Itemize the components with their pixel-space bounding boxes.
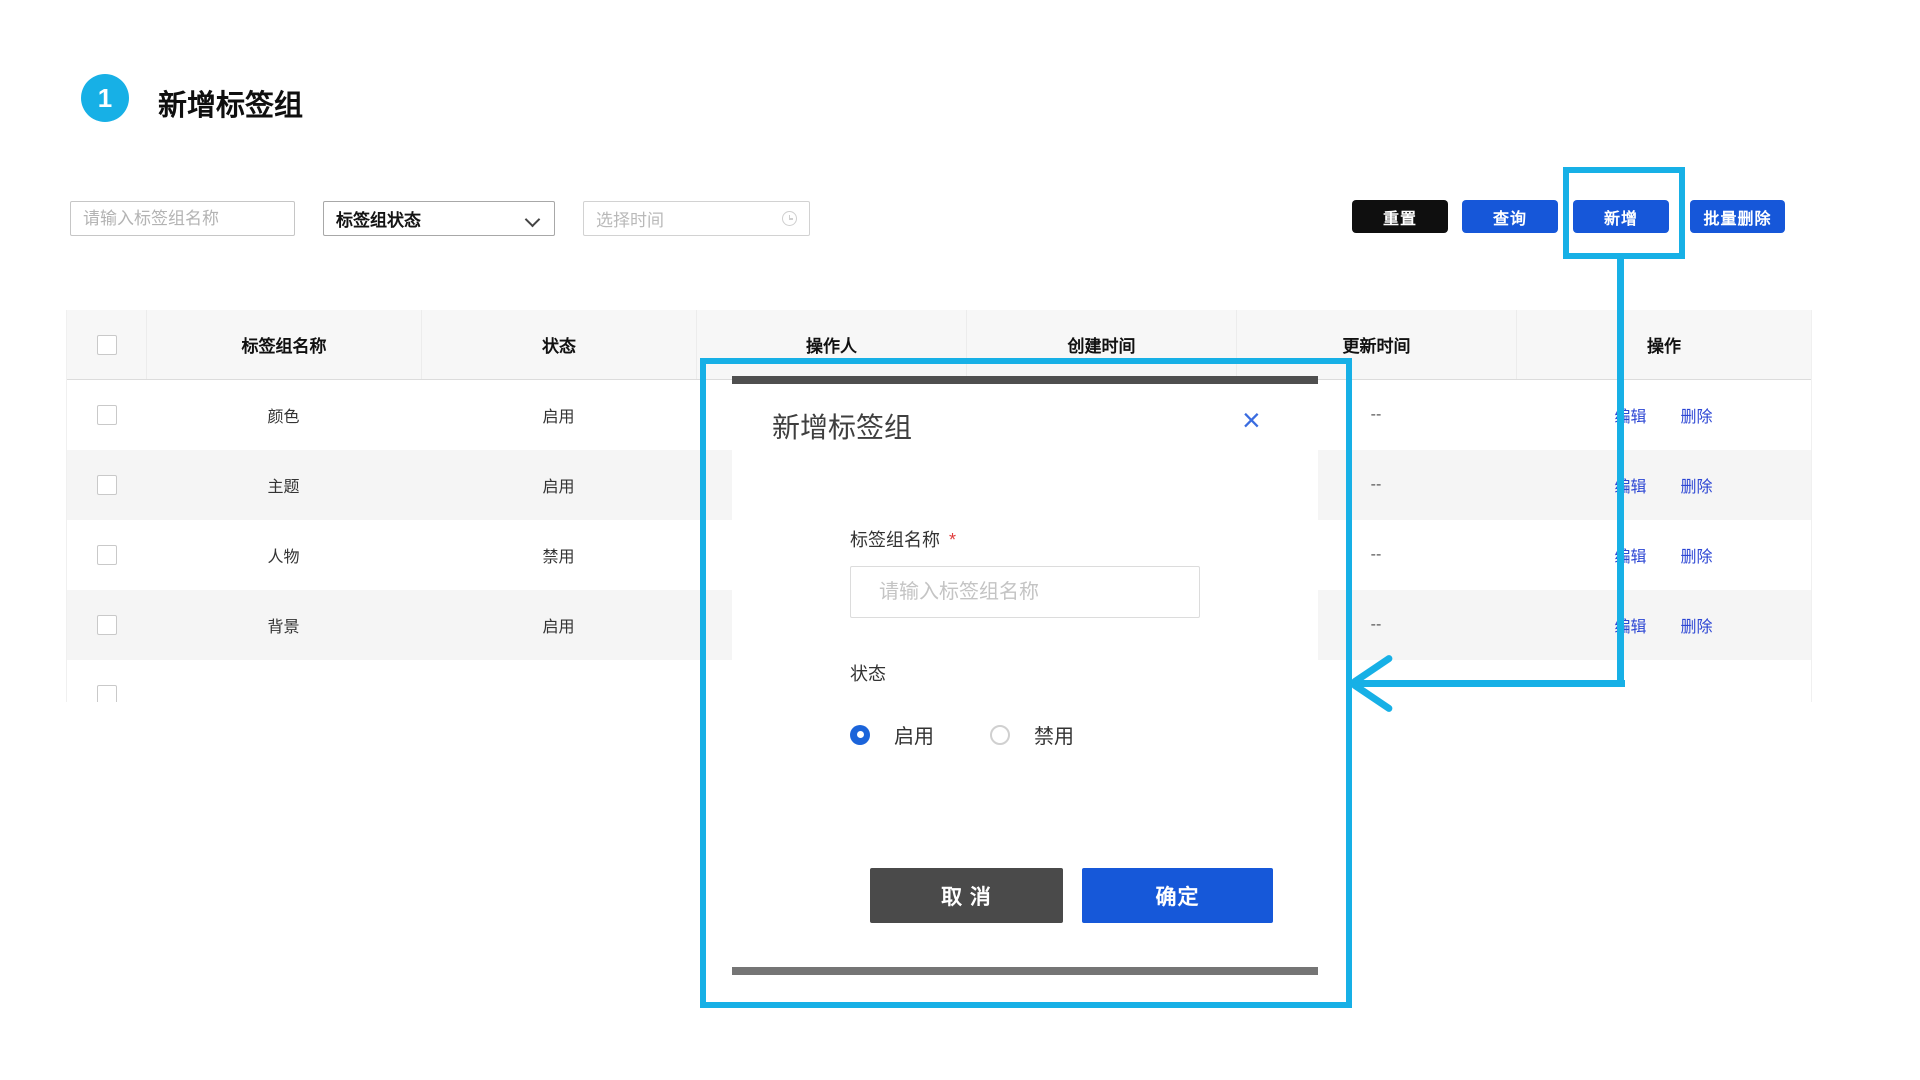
clock-icon bbox=[782, 211, 797, 226]
close-icon[interactable]: × bbox=[1242, 404, 1261, 436]
table-header-row: 标签组名称 状态 操作人 创建时间 更新时间 操作 bbox=[67, 310, 1811, 380]
status-cell: 启用 bbox=[421, 590, 696, 660]
radio-disabled-label: 禁用 bbox=[1034, 720, 1074, 749]
row-checkbox[interactable] bbox=[97, 475, 117, 495]
delete-link[interactable]: 删除 bbox=[1681, 473, 1713, 497]
radio-enabled[interactable] bbox=[850, 725, 870, 745]
modal-top-bar bbox=[732, 376, 1318, 384]
row-checkbox[interactable] bbox=[97, 405, 117, 425]
name-field-label: 标签组名称 bbox=[850, 530, 940, 550]
add-tag-group-modal: 新增标签组 × 标签组名称 * 状态 启用 禁用 取 消 确定 bbox=[732, 376, 1318, 975]
status-field-label: 状态 bbox=[850, 660, 886, 686]
delete-link[interactable]: 删除 bbox=[1681, 613, 1713, 637]
radio-enabled-label: 启用 bbox=[894, 720, 934, 749]
header-status: 状态 bbox=[421, 310, 696, 379]
edit-link[interactable]: 编辑 bbox=[1614, 473, 1646, 497]
status-select[interactable]: 标签组状态 bbox=[323, 201, 555, 236]
header-operator: 操作人 bbox=[696, 310, 966, 379]
required-asterisk: * bbox=[949, 530, 956, 550]
step-number-badge: 1 bbox=[81, 74, 129, 122]
row-checkbox[interactable] bbox=[97, 545, 117, 565]
modal-bottom-bar bbox=[732, 967, 1318, 975]
tag-group-name-filter-input[interactable] bbox=[70, 201, 295, 236]
add-button[interactable]: 新增 bbox=[1573, 200, 1669, 233]
delete-link[interactable]: 删除 bbox=[1681, 543, 1713, 567]
status-cell: 启用 bbox=[421, 380, 696, 450]
query-button[interactable]: 查询 bbox=[1462, 200, 1558, 233]
edit-link[interactable]: 编辑 bbox=[1614, 543, 1646, 567]
status-cell: 禁用 bbox=[421, 520, 696, 590]
batch-delete-button[interactable]: 批量删除 bbox=[1690, 200, 1785, 233]
header-created-time: 创建时间 bbox=[966, 310, 1236, 379]
page: 1 新增标签组 标签组状态 选择时间 重置 查询 新增 批量删除 标签组名称 状… bbox=[0, 0, 1920, 1080]
edit-link[interactable]: 编辑 bbox=[1614, 613, 1646, 637]
modal-name-input[interactable] bbox=[850, 566, 1200, 618]
radio-disabled[interactable] bbox=[990, 725, 1010, 745]
chevron-down-icon bbox=[525, 212, 541, 228]
confirm-button[interactable]: 确定 bbox=[1082, 868, 1273, 923]
header-tag-group-name: 标签组名称 bbox=[146, 310, 421, 379]
tag-group-name-cell: 背景 bbox=[146, 590, 421, 660]
tag-group-name-cell: 主题 bbox=[146, 450, 421, 520]
name-field-label-row: 标签组名称 * bbox=[850, 526, 956, 552]
status-cell: 启用 bbox=[421, 450, 696, 520]
delete-link[interactable]: 删除 bbox=[1681, 403, 1713, 427]
header-updated-time: 更新时间 bbox=[1236, 310, 1516, 379]
modal-title: 新增标签组 bbox=[772, 406, 912, 446]
row-checkbox[interactable] bbox=[97, 615, 117, 635]
row-checkbox[interactable] bbox=[97, 685, 117, 702]
page-title: 新增标签组 bbox=[158, 82, 303, 124]
date-picker-placeholder: 选择时间 bbox=[596, 206, 664, 231]
date-picker-input[interactable]: 选择时间 bbox=[583, 201, 810, 236]
select-all-checkbox[interactable] bbox=[97, 335, 117, 355]
header-actions: 操作 bbox=[1516, 310, 1811, 379]
cancel-button[interactable]: 取 消 bbox=[870, 868, 1063, 923]
status-radio-group: 启用 禁用 bbox=[850, 720, 1074, 749]
reset-button[interactable]: 重置 bbox=[1352, 200, 1448, 233]
status-select-value: 标签组状态 bbox=[336, 206, 421, 231]
tag-group-name-cell: 人物 bbox=[146, 520, 421, 590]
edit-link[interactable]: 编辑 bbox=[1614, 403, 1646, 427]
tag-group-name-cell: 颜色 bbox=[146, 380, 421, 450]
